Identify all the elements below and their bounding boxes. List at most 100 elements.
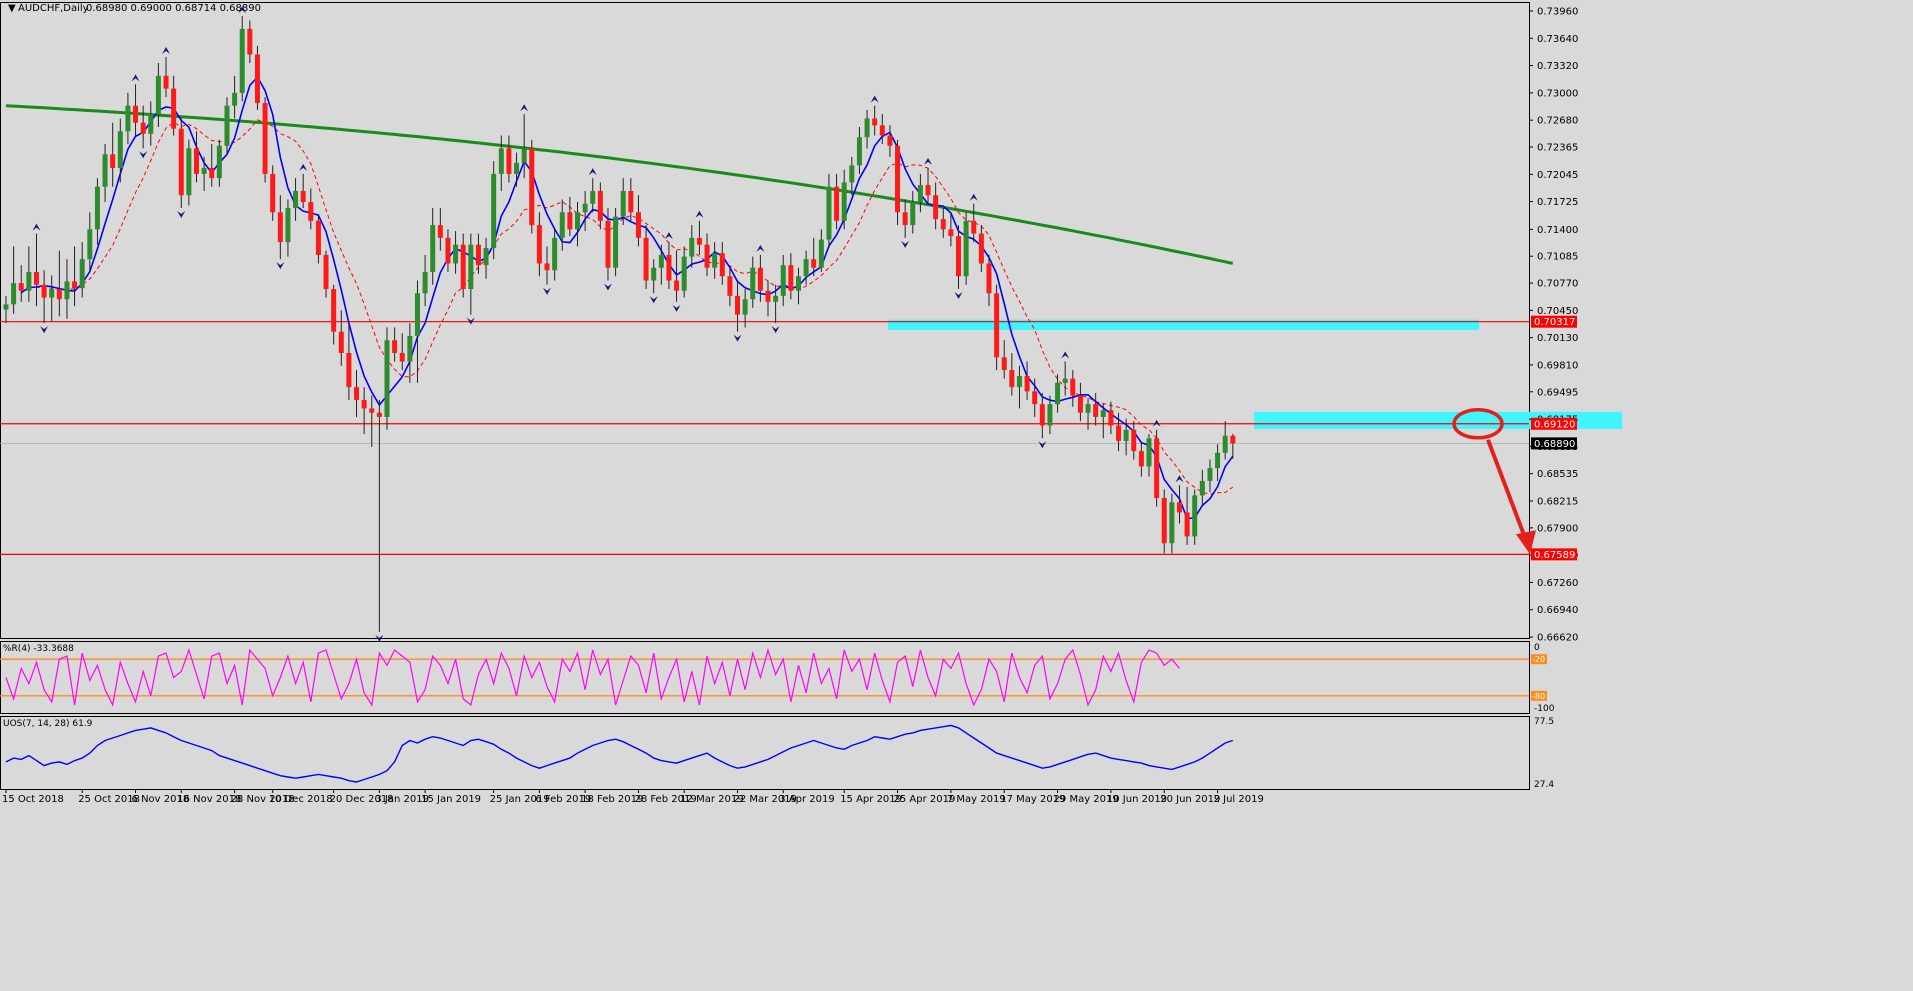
candle-body bbox=[1108, 410, 1114, 426]
fractal-down-arrow bbox=[649, 296, 658, 304]
fractal-up-arrow bbox=[32, 223, 41, 231]
candle-body bbox=[1207, 468, 1213, 481]
candle-body bbox=[72, 281, 78, 289]
candle-body bbox=[87, 229, 93, 260]
candle-body bbox=[49, 289, 55, 298]
candle-body bbox=[1222, 435, 1228, 453]
uos-panel-frame bbox=[0, 716, 1530, 790]
candle-body bbox=[1116, 425, 1122, 441]
candle-body bbox=[1176, 502, 1182, 513]
candle-body bbox=[559, 212, 565, 238]
candle-body bbox=[727, 276, 733, 296]
wpr-level-label: -80 bbox=[1532, 692, 1545, 701]
candle-body bbox=[64, 281, 70, 300]
candle-body bbox=[1215, 452, 1221, 469]
wpr-indicator-panel: %R(4) -33.3688 bbox=[0, 641, 1530, 714]
price-tick-label: 0.68215 bbox=[1537, 496, 1578, 507]
wpr-tick-label: 0 bbox=[1534, 643, 1540, 653]
candle-body bbox=[26, 271, 32, 291]
candle-body bbox=[757, 267, 763, 291]
candle-body bbox=[1199, 480, 1205, 496]
price-tag-label: 0.68890 bbox=[1534, 439, 1575, 450]
candle-body bbox=[216, 145, 222, 179]
price-tick-label: 0.70770 bbox=[1537, 279, 1578, 290]
candle-body bbox=[414, 293, 420, 336]
candle-body bbox=[270, 173, 276, 213]
candle-body bbox=[971, 220, 977, 234]
time-tick-label: 3 Apr 2019 bbox=[779, 794, 834, 805]
wpr-tick-label: -100 bbox=[1534, 704, 1555, 714]
candle-body bbox=[635, 212, 641, 238]
candle-body bbox=[361, 399, 367, 409]
candle-body bbox=[529, 148, 535, 226]
candle-body bbox=[773, 295, 779, 302]
price-tick-label: 0.66940 bbox=[1537, 605, 1578, 616]
candle-body bbox=[803, 259, 809, 277]
candle-body bbox=[925, 184, 931, 196]
price-tick-label: 0.71400 bbox=[1537, 225, 1578, 236]
candle-body bbox=[491, 173, 497, 249]
time-tick-label: 20 Jun 2019 bbox=[1160, 794, 1220, 805]
candle-body bbox=[338, 331, 344, 353]
candle-body bbox=[453, 244, 459, 264]
candle-body bbox=[788, 265, 794, 291]
candle-body bbox=[1032, 391, 1038, 405]
candle-body bbox=[917, 184, 923, 203]
candle-body bbox=[33, 271, 39, 285]
candle-body bbox=[552, 237, 558, 271]
price-tick-label: 0.67260 bbox=[1537, 578, 1578, 589]
candle-body bbox=[1016, 376, 1022, 388]
candle-body bbox=[11, 283, 17, 305]
candle-body bbox=[712, 253, 718, 268]
price-tick-label: 0.72045 bbox=[1537, 170, 1578, 181]
candle-body bbox=[293, 190, 299, 209]
candle-body bbox=[346, 352, 352, 388]
price-tag-label: 0.67589 bbox=[1534, 550, 1575, 561]
candle-body bbox=[369, 408, 375, 413]
candle-body bbox=[171, 88, 177, 129]
candle-body bbox=[651, 267, 657, 281]
price-tick-label: 0.73000 bbox=[1537, 88, 1578, 99]
fractal-up-arrow bbox=[131, 74, 140, 82]
candle-body bbox=[872, 118, 878, 126]
candle-body bbox=[3, 304, 9, 310]
wpr-title: %R(4) -33.3688 bbox=[3, 644, 74, 654]
fractal-up-arrow bbox=[695, 210, 704, 218]
candle-body bbox=[696, 237, 702, 245]
candle-body bbox=[536, 225, 542, 264]
fractal-up-arrow bbox=[520, 104, 529, 112]
candle-body bbox=[1024, 376, 1030, 392]
price-tag-label: 0.70317 bbox=[1534, 317, 1575, 328]
price-tick-label: 0.72680 bbox=[1537, 116, 1578, 127]
candle-body bbox=[689, 237, 695, 257]
candle-body bbox=[437, 225, 443, 238]
candle-body bbox=[1070, 378, 1076, 396]
candle-body bbox=[232, 92, 238, 106]
candle-body bbox=[133, 105, 139, 123]
candle-body bbox=[841, 182, 847, 221]
candle-body bbox=[1077, 395, 1083, 413]
fractal-down-arrow bbox=[139, 151, 148, 159]
candle-body bbox=[658, 254, 664, 268]
time-axis: 15 Oct 2018 25 Oct 20186 Nov 201816 Nov 2… bbox=[0, 789, 1913, 991]
candle-body bbox=[506, 148, 512, 174]
price-tick-label: 0.68535 bbox=[1537, 469, 1578, 480]
candle-body bbox=[628, 190, 634, 213]
candle-body bbox=[1146, 438, 1152, 467]
candle-body bbox=[567, 212, 573, 230]
candle-body bbox=[94, 186, 100, 230]
candle-body bbox=[384, 340, 390, 417]
candle-body bbox=[110, 154, 116, 168]
candle-body bbox=[209, 167, 215, 179]
fractal-down-arrow bbox=[40, 326, 49, 334]
fractal-down-arrow bbox=[771, 326, 780, 334]
candle-body bbox=[1161, 497, 1167, 544]
chart-header: ▼ AUDCHF,Daily 0.68980 0.69000 0.68714 0… bbox=[8, 3, 261, 14]
uos-tick-label: 77.5 bbox=[1534, 717, 1554, 727]
candle-body bbox=[1001, 357, 1007, 371]
price-axis: 0.73960 0.73640 0.73320 0.73000 0.72680 0.723… bbox=[1529, 7, 1578, 790]
candle-body bbox=[994, 293, 1000, 358]
collapse-triangle-icon[interactable]: ▼ bbox=[8, 3, 16, 14]
candle-body bbox=[41, 284, 47, 298]
candle-body bbox=[643, 237, 649, 281]
